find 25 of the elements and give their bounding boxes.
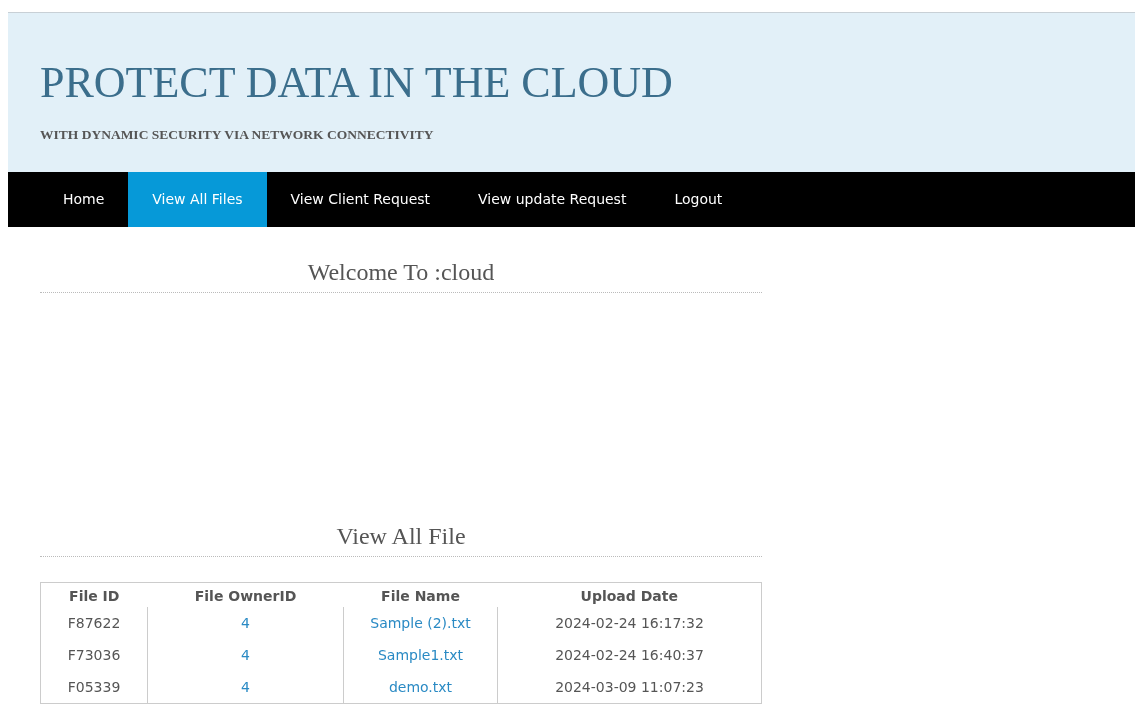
nav-tab[interactable]: View update Request (454, 172, 651, 227)
owner-link[interactable]: 4 (241, 615, 250, 631)
file-link[interactable]: Sample1.txt (377, 647, 464, 663)
file-link[interactable]: Sample (2).txt (370, 615, 471, 631)
nav-tab[interactable]: View Client Request (266, 172, 455, 227)
site-subtitle: WITH DYNAMIC SECURITY VIA NETWORK CONNECTIVITY (40, 127, 435, 143)
owner-link[interactable]: 4 (241, 647, 250, 663)
table-cell: 2024-02-24 16:40:37 (497, 639, 762, 671)
table-cell: F87622 (40, 607, 148, 639)
section-heading: View All File (40, 523, 762, 557)
column-header: File OwnerID (147, 582, 344, 607)
nav-tab[interactable]: Home (39, 172, 129, 227)
site-title: PROTECT DATA IN THE CLOUD (40, 59, 674, 107)
column-header: Upload Date (497, 582, 762, 607)
table-cell: F05339 (40, 671, 148, 704)
table-cell: F73036 (40, 639, 148, 671)
table-cell: 2024-02-24 16:17:32 (497, 607, 762, 639)
column-header: File Name (343, 582, 498, 607)
section-heading: Welcome To :cloud (40, 259, 762, 293)
file-link[interactable]: demo.txt (388, 679, 453, 695)
nav-tab[interactable]: Logout (650, 172, 747, 227)
nav-tab[interactable]: View All Files (128, 172, 267, 227)
table-cell: 2024-03-09 11:07:23 (497, 671, 762, 704)
column-header: File ID (40, 582, 148, 607)
owner-link[interactable]: 4 (241, 679, 250, 695)
